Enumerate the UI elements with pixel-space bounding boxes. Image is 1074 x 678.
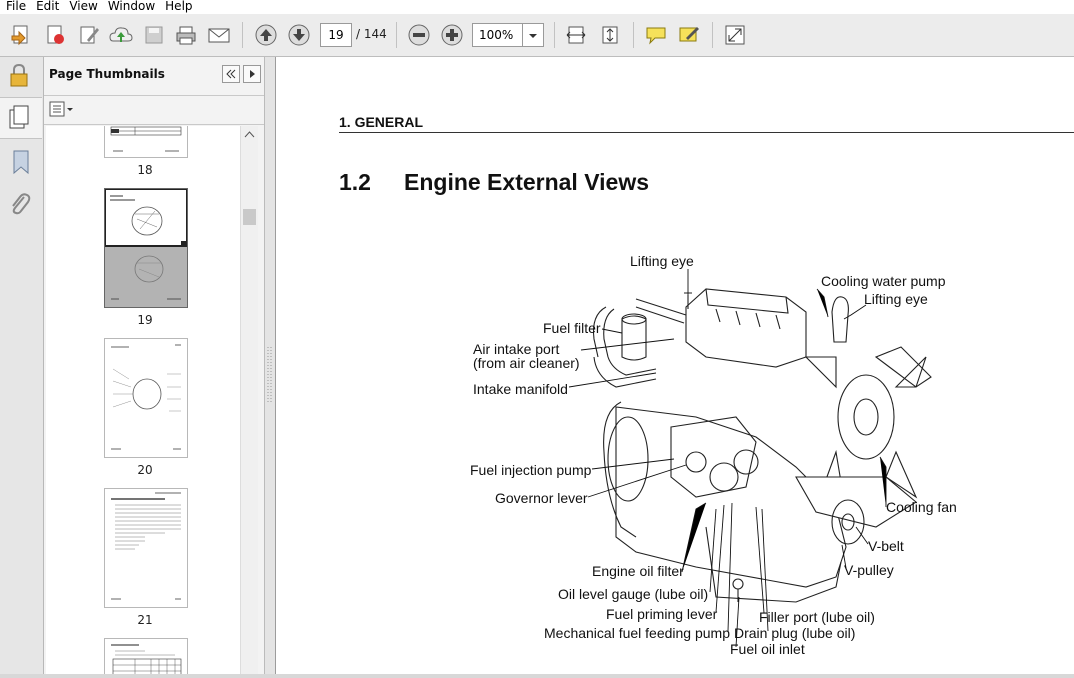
open-file-icon[interactable]: [8, 22, 34, 48]
pages-icon: [9, 105, 29, 129]
panel-next-button[interactable]: [243, 65, 261, 83]
thumbnails-scrollbar[interactable]: [240, 126, 258, 674]
highlight-text-icon[interactable]: [676, 22, 702, 48]
zoom-out-icon[interactable]: [406, 22, 432, 48]
thumbnail-options-button[interactable]: [49, 101, 75, 123]
label-cooling-water-pump: Cooling water pump: [821, 273, 946, 289]
menu-edit[interactable]: Edit: [30, 0, 63, 13]
page-total: / 144: [356, 27, 387, 41]
thumbnail-page-19[interactable]: [104, 188, 188, 308]
label-fuel-filter: Fuel filter: [543, 320, 601, 336]
thumbnail-label-19: 19: [137, 313, 153, 327]
options-menu-icon: [49, 101, 73, 117]
label-oil-level-gauge: Oil level gauge (lube oil): [558, 586, 709, 602]
thumbnail-label-20: 20: [137, 463, 153, 477]
fit-page-icon[interactable]: [597, 22, 623, 48]
thumbnail-label-21: 21: [137, 613, 153, 627]
navigation-rail: [0, 57, 44, 674]
label-mechanical-fuel-pump: Mechanical fuel feeding pump: [544, 625, 731, 641]
bookmarks-icon[interactable]: [10, 149, 32, 179]
label-drain-plug: Drain plug (lube oil): [734, 625, 856, 641]
grip-handle-icon: [267, 347, 272, 402]
thumbnail-page-21[interactable]: [104, 488, 188, 608]
full-screen-icon[interactable]: [722, 22, 748, 48]
edit-document-icon[interactable]: [76, 22, 102, 48]
collapse-panel-button[interactable]: [222, 65, 240, 83]
thumbnail-page-22[interactable]: [104, 638, 188, 674]
thumbnail-page-18[interactable]: [104, 126, 188, 158]
zoom-dropdown[interactable]: [522, 23, 544, 47]
label-governor-lever: Governor lever: [495, 490, 588, 506]
menu-help[interactable]: Help: [159, 0, 196, 13]
toolbar: 19 / 144 100%: [0, 14, 1074, 57]
menu-bar: File Edit View Window Help: [0, 0, 1074, 14]
double-chevron-left-icon: [226, 69, 236, 79]
label-engine-oil-filter: Engine oil filter: [592, 563, 684, 579]
page-number-input[interactable]: 19: [320, 23, 352, 47]
thumbnail-list: 18 19 20 21: [46, 126, 240, 674]
label-air-intake-source: (from air cleaner): [473, 355, 580, 371]
comment-icon[interactable]: [643, 22, 669, 48]
fit-width-icon[interactable]: [563, 22, 589, 48]
create-pdf-icon[interactable]: [42, 22, 68, 48]
menu-view[interactable]: View: [63, 0, 101, 13]
label-v-pulley: V-pulley: [844, 562, 894, 578]
upload-cloud-icon[interactable]: [108, 22, 134, 48]
label-fuel-injection-pump: Fuel injection pump: [470, 462, 592, 478]
lock-icon[interactable]: [8, 63, 30, 93]
menu-window[interactable]: Window: [102, 0, 159, 13]
thumbnail-page-20[interactable]: [104, 338, 188, 458]
menu-file[interactable]: File: [0, 0, 30, 13]
label-intake-manifold: Intake manifold: [473, 381, 568, 397]
scroll-up-icon[interactable]: [241, 126, 258, 143]
next-page-icon[interactable]: [286, 22, 312, 48]
zoom-in-icon[interactable]: [439, 22, 465, 48]
attachments-icon[interactable]: [8, 191, 32, 221]
page-thumbnails-tab[interactable]: [0, 97, 42, 139]
email-icon[interactable]: [206, 22, 232, 48]
scrollbar-thumb[interactable]: [243, 209, 256, 225]
label-fuel-oil-inlet: Fuel oil inlet: [730, 641, 805, 657]
label-filler-port: Filler port (lube oil): [759, 609, 875, 625]
chevron-down-icon: [529, 34, 537, 38]
label-fuel-priming-lever: Fuel priming lever: [606, 606, 718, 622]
label-cooling-fan: Cooling fan: [886, 499, 957, 515]
thumbnail-label-18: 18: [137, 163, 153, 177]
document-page: 1. GENERAL 1.2 Engine External Views Lif…: [275, 57, 1074, 674]
panel-title: Page Thumbnails: [49, 67, 165, 81]
previous-page-icon[interactable]: [253, 22, 279, 48]
save-icon[interactable]: [141, 22, 167, 48]
label-v-belt: V-belt: [868, 538, 904, 554]
print-icon[interactable]: [173, 22, 199, 48]
panel-options-bar: [44, 96, 264, 125]
label-lifting-eye-top: Lifting eye: [630, 253, 694, 269]
panel-header: Page Thumbnails: [44, 57, 264, 96]
engine-illustration: [568, 269, 932, 648]
chevron-right-icon: [250, 70, 255, 78]
label-lifting-eye-right: Lifting eye: [864, 291, 928, 307]
